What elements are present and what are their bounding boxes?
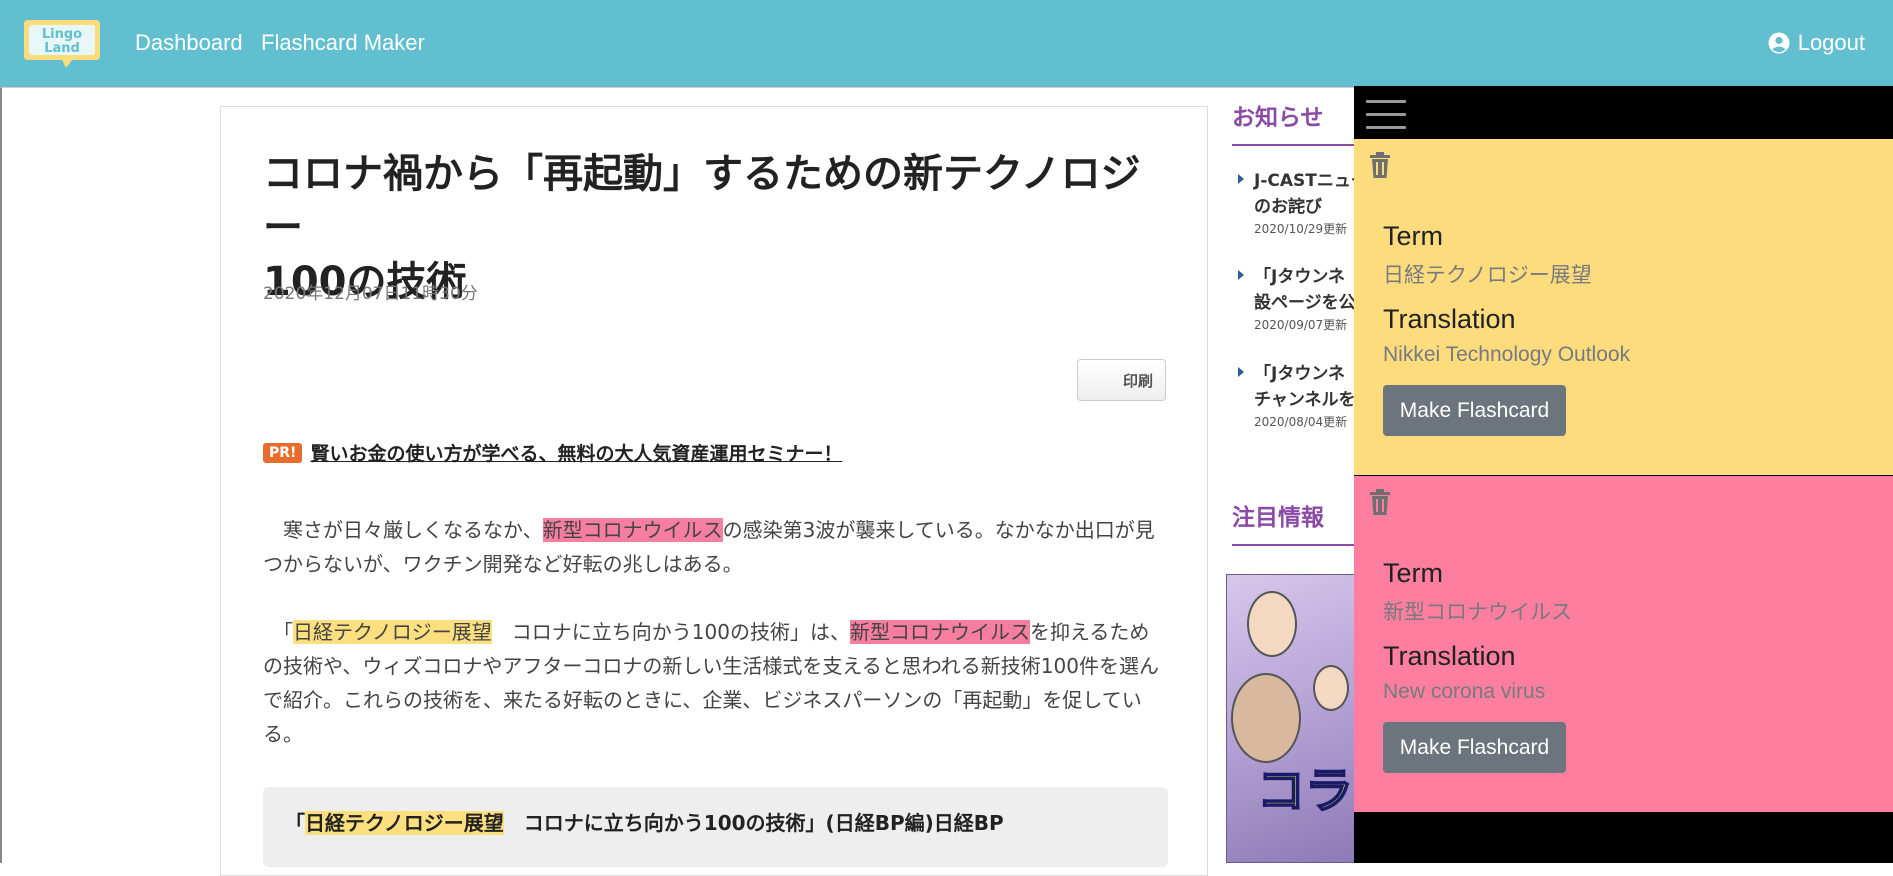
print-label: 印刷 bbox=[1122, 371, 1153, 390]
lingo-land-logo[interactable]: Lingo Land bbox=[22, 16, 102, 70]
featured-heading-rule bbox=[1232, 544, 1357, 546]
translation-value: New corona virus bbox=[1383, 680, 1546, 703]
featured-image[interactable]: コラ bbox=[1226, 574, 1356, 863]
nav-flashcard-maker-link[interactable]: Flashcard Maker bbox=[261, 30, 425, 56]
translation-label: Translation bbox=[1383, 304, 1516, 334]
news-title: チャンネルを bbox=[1254, 390, 1356, 410]
translation-label: Translation bbox=[1383, 641, 1516, 671]
news-date: 2020/09/07更新 bbox=[1254, 318, 1348, 332]
svg-text:Lingo: Lingo bbox=[42, 27, 82, 42]
text-span: コロナに立ち向かう100の技術」は、 bbox=[491, 620, 850, 644]
trash-icon[interactable] bbox=[1368, 151, 1392, 179]
news-item[interactable]: 「Jタウンネ 設ページを公 2020/09/07更新 bbox=[1238, 264, 1358, 333]
highlighted-term[interactable]: 新型コロナウイルス bbox=[542, 518, 723, 542]
pr-badge: PR! bbox=[263, 442, 303, 463]
translation-value: Nikkei Technology Outlook bbox=[1383, 343, 1631, 366]
trash-icon[interactable] bbox=[1368, 488, 1392, 516]
svg-text:Land: Land bbox=[44, 41, 80, 56]
news-title: 設ページを公 bbox=[1254, 293, 1356, 313]
image-caption-text: コラ bbox=[1256, 762, 1354, 820]
news-date: 2020/10/29更新 bbox=[1254, 222, 1348, 236]
news-item[interactable]: J-CASTニュー のお詫び 2020/10/29更新 bbox=[1238, 168, 1358, 237]
caret-right-icon bbox=[1238, 270, 1244, 280]
print-button[interactable]: 印刷 bbox=[1077, 359, 1166, 401]
news-title: のお詫び bbox=[1254, 197, 1322, 217]
article-date: 2020年12月07日11時30分 bbox=[263, 284, 478, 304]
article-card: コロナ禍から「再起動」するための新テクノロジー 100の技術 2020年12月0… bbox=[220, 106, 1208, 876]
make-flashcard-button[interactable]: Make Flashcard bbox=[1383, 385, 1566, 436]
featured-heading: 注目情報 bbox=[1232, 505, 1324, 531]
news-heading: お知らせ bbox=[1232, 105, 1324, 131]
title-line-1: コロナ禍から「再起動」するための新テクノロジー bbox=[263, 151, 1141, 251]
nav-dashboard-link[interactable]: Dashboard bbox=[135, 30, 243, 56]
term-value: 日経テクノロジー展望 bbox=[1383, 264, 1592, 287]
news-title: 「Jタウンネ bbox=[1254, 364, 1345, 384]
news-heading-rule bbox=[1232, 144, 1357, 146]
hamburger-menu-icon[interactable] bbox=[1366, 100, 1406, 130]
flashcard-draft: Term 日経テクノロジー展望 Translation Nikkei Techn… bbox=[1354, 139, 1893, 475]
photo-face bbox=[1231, 673, 1301, 763]
term-value: 新型コロナウイルス bbox=[1383, 601, 1572, 624]
illustration-face bbox=[1313, 665, 1349, 711]
pr-row: PR! 賢いお金の使い方が学べる、無料の大人気資産運用セミナー！ bbox=[263, 439, 842, 466]
news-title: 「Jタウンネ bbox=[1254, 267, 1345, 287]
news-item[interactable]: 「Jタウンネ チャンネルを 2020/08/04更新 bbox=[1238, 361, 1358, 430]
text-span: 「 bbox=[263, 620, 293, 644]
text-span: 「 bbox=[285, 811, 305, 835]
logout-label: Logout bbox=[1797, 30, 1865, 55]
highlighted-term[interactable]: 日経テクノロジー展望 bbox=[293, 620, 492, 644]
pr-link[interactable]: 賢いお金の使い方が学べる、無料の大人気資産運用セミナー！ bbox=[310, 439, 842, 466]
news-title: J-CASTニュー bbox=[1254, 171, 1358, 191]
highlighted-term[interactable]: 新型コロナウイルス bbox=[850, 620, 1030, 644]
term-label: Term bbox=[1383, 221, 1443, 251]
make-flashcard-button[interactable]: Make Flashcard bbox=[1383, 722, 1566, 773]
text-span: 寒さが日々厳しくなるなか、 bbox=[263, 518, 543, 542]
flashcard-draft: Term 新型コロナウイルス Translation New corona vi… bbox=[1354, 476, 1893, 812]
text-span: コロナに立ち向かう100の技術」(日経BP編)日経BP bbox=[503, 811, 1004, 835]
user-circle-icon bbox=[1768, 32, 1790, 54]
illustration-face bbox=[1247, 591, 1297, 657]
caret-right-icon bbox=[1238, 174, 1244, 184]
logout-button[interactable]: Logout bbox=[1768, 30, 1865, 56]
top-navbar: Lingo Land Dashboard Flashcard Maker Log… bbox=[0, 0, 1893, 87]
news-date: 2020/08/04更新 bbox=[1254, 415, 1348, 429]
flashcard-panel: Term 日経テクノロジー展望 Translation Nikkei Techn… bbox=[1354, 86, 1893, 863]
term-label: Term bbox=[1383, 558, 1443, 588]
highlighted-term[interactable]: 日経テクノロジー展望 bbox=[305, 811, 504, 835]
article-paragraph-2: 「日経テクノロジー展望 コロナに立ち向かう100の技術」は、新型コロナウイルスを… bbox=[263, 615, 1168, 751]
article-paragraph-1: 寒さが日々厳しくなるなか、新型コロナウイルスの感染第3波が襲来している。なかなか… bbox=[263, 513, 1168, 581]
book-quote-box: 「日経テクノロジー展望 コロナに立ち向かう100の技術」(日経BP編)日経BP bbox=[263, 787, 1168, 867]
caret-right-icon bbox=[1238, 367, 1244, 377]
